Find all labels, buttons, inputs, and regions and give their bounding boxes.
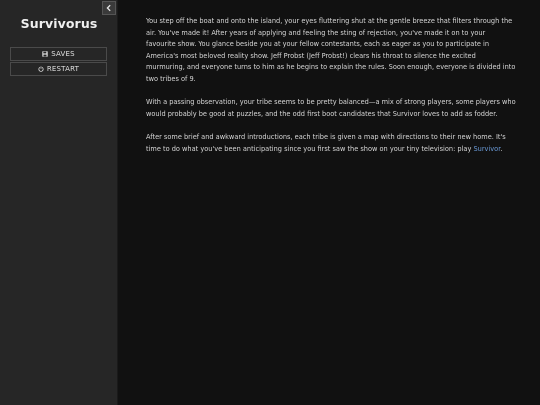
passage-paragraph-3-text: After some brief and awkward introductio… — [146, 133, 506, 153]
sidebar: Survivorus SAVES RESTART — [0, 0, 118, 405]
passage: You step off the boat and onto the islan… — [146, 16, 516, 167]
story-main: You step off the boat and onto the islan… — [118, 0, 540, 405]
survivor-link[interactable]: Survivor — [473, 145, 500, 153]
restart-button[interactable]: RESTART — [10, 62, 107, 76]
floppy-disk-icon — [42, 51, 48, 57]
restart-label: RESTART — [46, 65, 80, 73]
power-icon — [38, 66, 44, 72]
passage-paragraph-2: With a passing observation, your tribe s… — [146, 98, 516, 118]
sidebar-collapse-button[interactable] — [102, 1, 116, 15]
passage-paragraph-3-end: . — [500, 144, 503, 153]
passage-paragraph-1: You step off the boat and onto the islan… — [146, 17, 516, 83]
chevron-left-icon — [106, 4, 111, 12]
saves-label: SAVES — [51, 50, 75, 58]
saves-button[interactable]: SAVES — [10, 47, 107, 61]
sidebar-menu: SAVES RESTART — [10, 47, 107, 77]
story-app: Survivorus SAVES RESTART You step off th… — [0, 0, 540, 405]
story-title: Survivorus — [20, 16, 98, 31]
passage-paragraph-3: After some brief and awkward introductio… — [146, 132, 516, 155]
